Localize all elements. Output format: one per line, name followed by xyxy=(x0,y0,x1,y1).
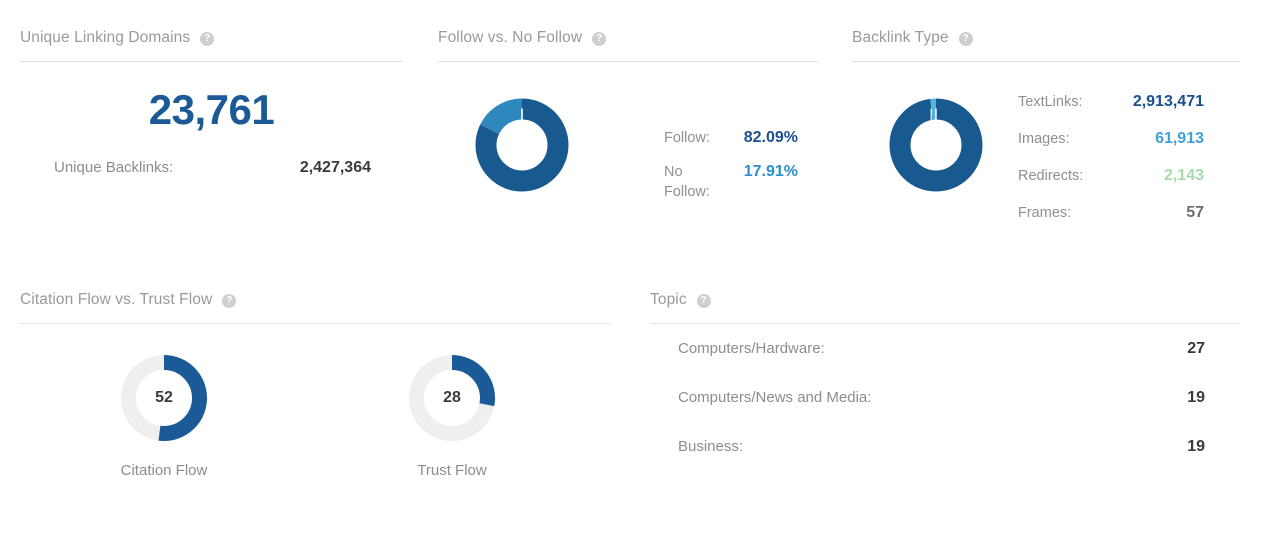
panel-title: Topic xyxy=(650,291,687,308)
help-circle-icon[interactable] xyxy=(222,294,237,308)
topic-row: Computers/News and Media: 19 xyxy=(678,389,1205,438)
images-value: 61,913 xyxy=(1155,130,1204,147)
panel-header-follow-vs-nofollow: Follow vs. No Follow xyxy=(438,28,818,62)
panel-topic: Topic Computers/Hardware: 27 Computers/N… xyxy=(650,290,1240,530)
help-circle-icon[interactable] xyxy=(200,32,215,46)
panel-header-citation-trust: Citation Flow vs. Trust Flow xyxy=(20,290,610,324)
backlink-type-legend: TextLinks: 2,913,471 Images: 61,913 Redi… xyxy=(1018,93,1204,241)
help-circle-icon[interactable] xyxy=(958,32,973,46)
gauge-group: 52 Citation Flow 28 Trust Flow xyxy=(20,350,610,479)
follow-value: 82.09% xyxy=(743,129,798,146)
unique-backlinks-value: 2,427,364 xyxy=(299,159,371,176)
topic-value: 27 xyxy=(1187,340,1205,357)
textlinks-value: 2,913,471 xyxy=(1132,93,1204,110)
nofollow-value: 17.91% xyxy=(743,163,798,180)
help-circle-icon[interactable] xyxy=(592,32,607,46)
topic-value: 19 xyxy=(1187,438,1205,455)
panel-title: Unique Linking Domains xyxy=(20,29,191,46)
panel-citation-flow-vs-trust-flow: Citation Flow vs. Trust Flow 52 Citation… xyxy=(20,290,610,530)
gauge-trust-flow: 28 Trust Flow xyxy=(308,350,596,479)
panel-backlink-type: Backlink Type TextLinks: 2,913,471 Image… xyxy=(852,28,1240,238)
unique-backlinks-row: Unique Backlinks: 2,427,364 xyxy=(54,159,371,177)
citation-flow-value: 52 xyxy=(155,389,173,406)
trust-flow-value: 28 xyxy=(443,389,461,406)
panel-title: Citation Flow vs. Trust Flow xyxy=(20,291,213,308)
citation-flow-caption: Citation Flow xyxy=(120,462,208,479)
redirects-label: Redirects: xyxy=(1018,168,1084,184)
panel-follow-vs-nofollow: Follow vs. No Follow Follow: 82.09% No F… xyxy=(438,28,818,238)
unique-linking-domains-value: 23,761 xyxy=(148,86,275,133)
topic-row: Business: 19 xyxy=(678,438,1205,487)
topic-list: Computers/Hardware: 27 Computers/News an… xyxy=(678,340,1205,487)
backlink-type-row: Images: 61,913 xyxy=(1018,130,1204,167)
backlink-type-row: Redirects: 2,143 xyxy=(1018,167,1204,204)
images-label: Images: xyxy=(1018,131,1070,147)
trust-flow-gauge-chart: 28 xyxy=(404,350,500,446)
follow-label: Follow: xyxy=(664,130,710,146)
frames-label: Frames: xyxy=(1018,205,1072,221)
legend-item: No Follow: 17.91% xyxy=(664,162,798,202)
panel-title: Backlink Type xyxy=(852,29,949,46)
backlink-type-donut-chart xyxy=(886,95,986,195)
panel-header-unique-linking-domains: Unique Linking Domains xyxy=(20,28,403,62)
panel-title: Follow vs. No Follow xyxy=(438,29,583,46)
follow-vs-nofollow-legend: Follow: 82.09% No Follow: 17.91% xyxy=(664,128,798,216)
backlink-type-row: Frames: 57 xyxy=(1018,204,1204,241)
panel-header-topic: Topic xyxy=(650,290,1240,324)
legend-item: Follow: 82.09% xyxy=(664,128,798,148)
topic-value: 19 xyxy=(1187,389,1205,406)
topic-label: Computers/News and Media: xyxy=(678,389,872,406)
unique-backlinks-label: Unique Backlinks: xyxy=(54,159,174,176)
nofollow-label: No Follow: xyxy=(664,164,710,200)
textlinks-label: TextLinks: xyxy=(1018,94,1083,110)
redirects-value: 2,143 xyxy=(1163,167,1204,184)
panel-header-backlink-type: Backlink Type xyxy=(852,28,1240,62)
frames-value: 57 xyxy=(1186,204,1204,221)
topic-label: Business: xyxy=(678,438,744,455)
topic-row: Computers/Hardware: 27 xyxy=(678,340,1205,389)
follow-vs-nofollow-donut-chart xyxy=(472,95,572,195)
topic-label: Computers/Hardware: xyxy=(678,340,825,357)
help-circle-icon[interactable] xyxy=(696,294,711,308)
trust-flow-caption: Trust Flow xyxy=(417,462,487,479)
citation-flow-gauge-chart: 52 xyxy=(116,350,212,446)
panel-unique-linking-domains: Unique Linking Domains 23,761 Unique Bac… xyxy=(20,28,403,238)
backlink-type-row: TextLinks: 2,913,471 xyxy=(1018,93,1204,130)
gauge-citation-flow: 52 Citation Flow xyxy=(20,350,308,479)
